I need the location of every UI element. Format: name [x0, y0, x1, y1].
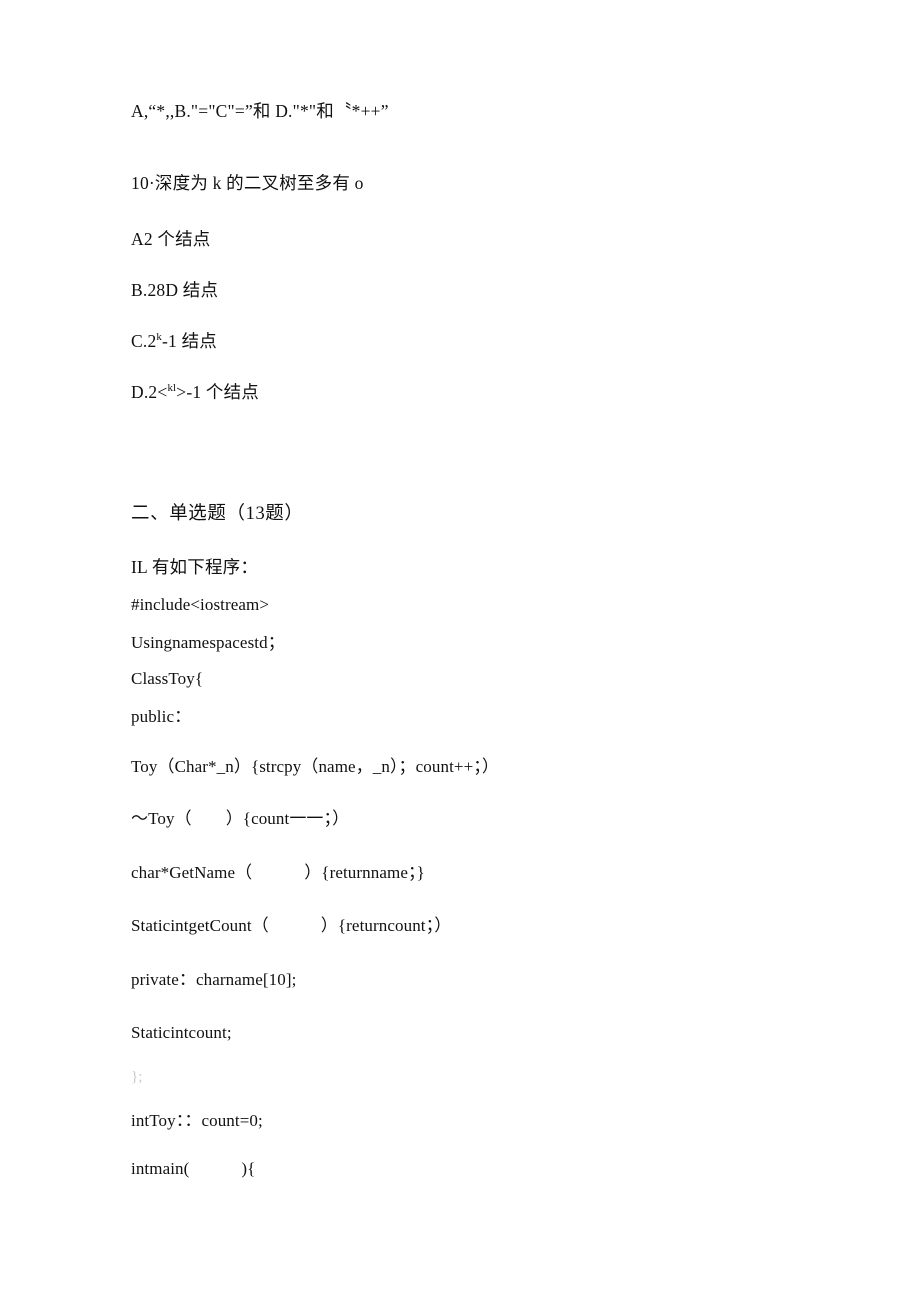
code-line-using-namespace: Usingnamespacestd；: [131, 633, 285, 652]
code-line-static-count: Staticintcount;: [131, 1023, 232, 1042]
getname-tail: ）{returnname；}: [304, 863, 425, 882]
section-two-heading: 二、单选题（13题）: [131, 504, 304, 524]
question-10-option-d: D.2<kl>-1 个结点: [131, 381, 259, 403]
code-line-count-init: intToy：：count=0;: [131, 1111, 263, 1130]
destructor-head: ～Toy（: [131, 809, 192, 828]
code-line-class-toy: ClassToy{: [131, 669, 204, 688]
code-line-class-close: };: [131, 1069, 143, 1085]
getcount-head: StaticintgetCount（: [131, 916, 269, 935]
document-page: A,“*,,B."="C"=”和 D."*"和〝*++” 10·深度为 k 的二…: [0, 0, 920, 1301]
code-line-getcount: StaticintgetCount（ ）{returncount；）: [131, 915, 451, 937]
getname-head: char*GetName（: [131, 863, 253, 882]
question-10-option-c: C.2k-1 结点: [131, 330, 217, 352]
option-c-prefix: C.2: [131, 331, 157, 351]
option-c-suffix: -1 结点: [162, 331, 217, 351]
main-tail: ){: [241, 1159, 256, 1178]
option-d-exponent: kl: [167, 382, 177, 395]
question-11-stem: IL 有如下程序：: [131, 557, 259, 577]
main-head: intmain(: [131, 1159, 190, 1178]
code-line-getname: char*GetName（ ）{returnname；}: [131, 862, 425, 884]
option-d-prefix: D.2<: [131, 382, 168, 402]
question-10-stem: 10·深度为 k 的二叉树至多有 o: [131, 173, 364, 193]
code-line-include: #include<iostream>: [131, 595, 270, 614]
answer-choices-row: A,“*,,B."="C"=”和 D."*"和〝*++”: [131, 101, 389, 121]
code-line-constructor: Toy（Char*_n）{strcpy（name，_n）；count++；）: [131, 757, 500, 776]
destructor-tail: ）{count一一；）: [225, 809, 350, 828]
option-d-suffix: >-1 个结点: [176, 382, 260, 402]
code-line-main: intmain( ){: [131, 1158, 255, 1180]
question-10-option-b: B.28D 结点: [131, 280, 219, 300]
code-line-destructor: ～Toy（ ）{count一一；）: [131, 808, 349, 830]
code-line-private-charname: private：charname[10];: [131, 970, 297, 989]
code-line-public: public：: [131, 707, 192, 726]
question-10-option-a: A2 个结点: [131, 229, 211, 249]
getcount-tail: ）{returncount；）: [320, 916, 452, 935]
